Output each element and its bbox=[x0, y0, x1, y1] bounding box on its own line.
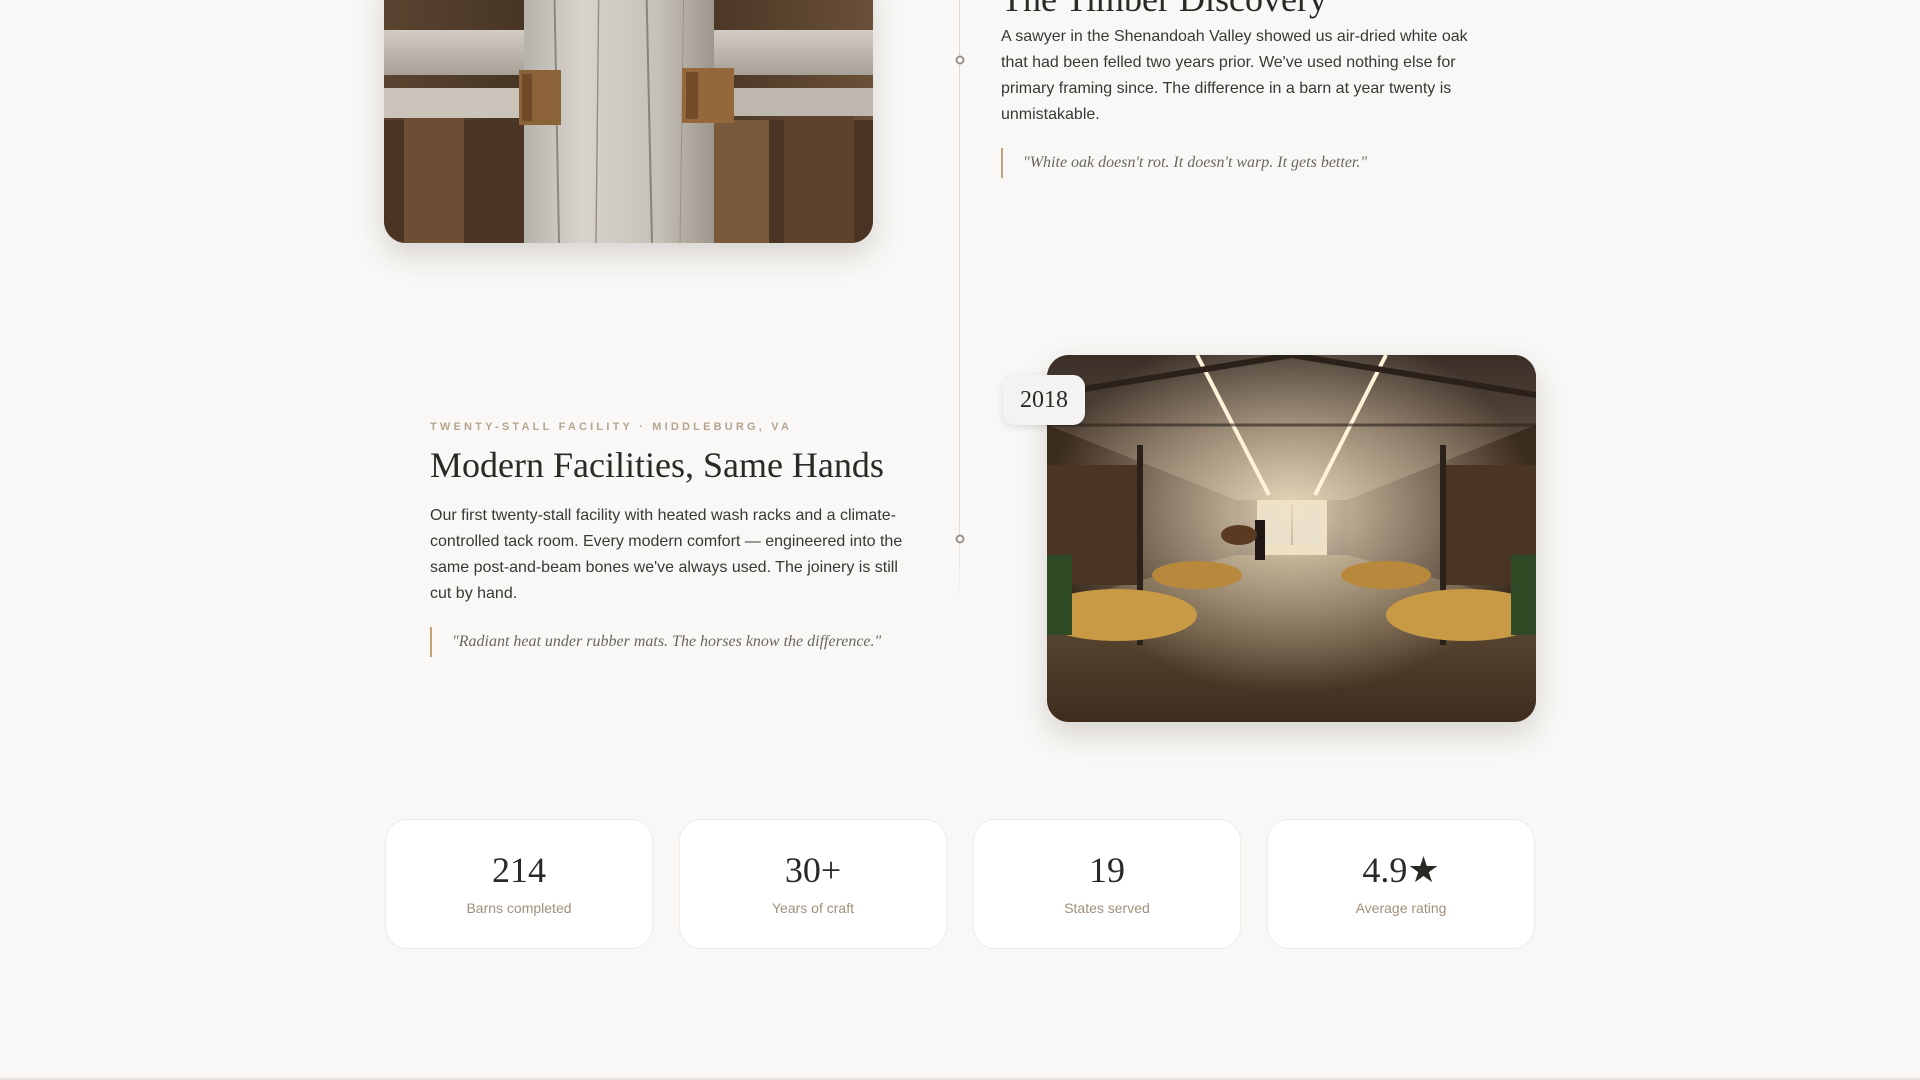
barn-aisle-image bbox=[1047, 355, 1536, 722]
stat-value: 19 bbox=[1089, 850, 1125, 890]
timeline-dot-2018 bbox=[955, 534, 965, 544]
story-quote-facility: "Radiant heat under rubber mats. The hor… bbox=[430, 627, 881, 657]
stat-value: 30+ bbox=[784, 850, 842, 890]
stat-label: Average rating bbox=[1355, 900, 1447, 916]
story-body-timber: A sawyer in the Shenandoah Valley showed… bbox=[1001, 28, 1468, 123]
stat-card-barns: 214 Barns completed bbox=[385, 819, 653, 949]
timeline-line bbox=[959, 0, 960, 605]
stat-card-rating: 4.9★ Average rating bbox=[1267, 819, 1535, 949]
stat-label: Years of craft bbox=[772, 900, 854, 916]
history-timeline-page: The Timber Discovery A sawyer in the She… bbox=[0, 0, 1920, 1080]
stat-value: 4.9★ bbox=[1362, 850, 1440, 890]
story-eyebrow-facility: Twenty-stall facility · Middleburg, VA bbox=[430, 421, 793, 433]
weathered-timber-joint-image bbox=[384, 0, 873, 243]
story-body-facility: Our first twenty-stall facility with hea… bbox=[430, 507, 903, 602]
year-badge-2018: 2018 bbox=[1003, 375, 1085, 425]
stat-card-years: 30+ Years of craft bbox=[679, 819, 947, 949]
story-quote-timber: "White oak doesn't rot. It doesn't warp.… bbox=[1001, 148, 1367, 178]
stat-card-states: 19 States served bbox=[973, 819, 1241, 949]
stat-label: States served bbox=[1064, 900, 1150, 916]
stat-label: Barns completed bbox=[466, 900, 572, 916]
stat-value: 214 bbox=[492, 850, 546, 890]
timeline-dot-2017 bbox=[955, 55, 965, 65]
story-title-timber: The Timber Discovery bbox=[1001, 0, 1327, 20]
story-title-facility: Modern Facilities, Same Hands bbox=[430, 445, 884, 485]
